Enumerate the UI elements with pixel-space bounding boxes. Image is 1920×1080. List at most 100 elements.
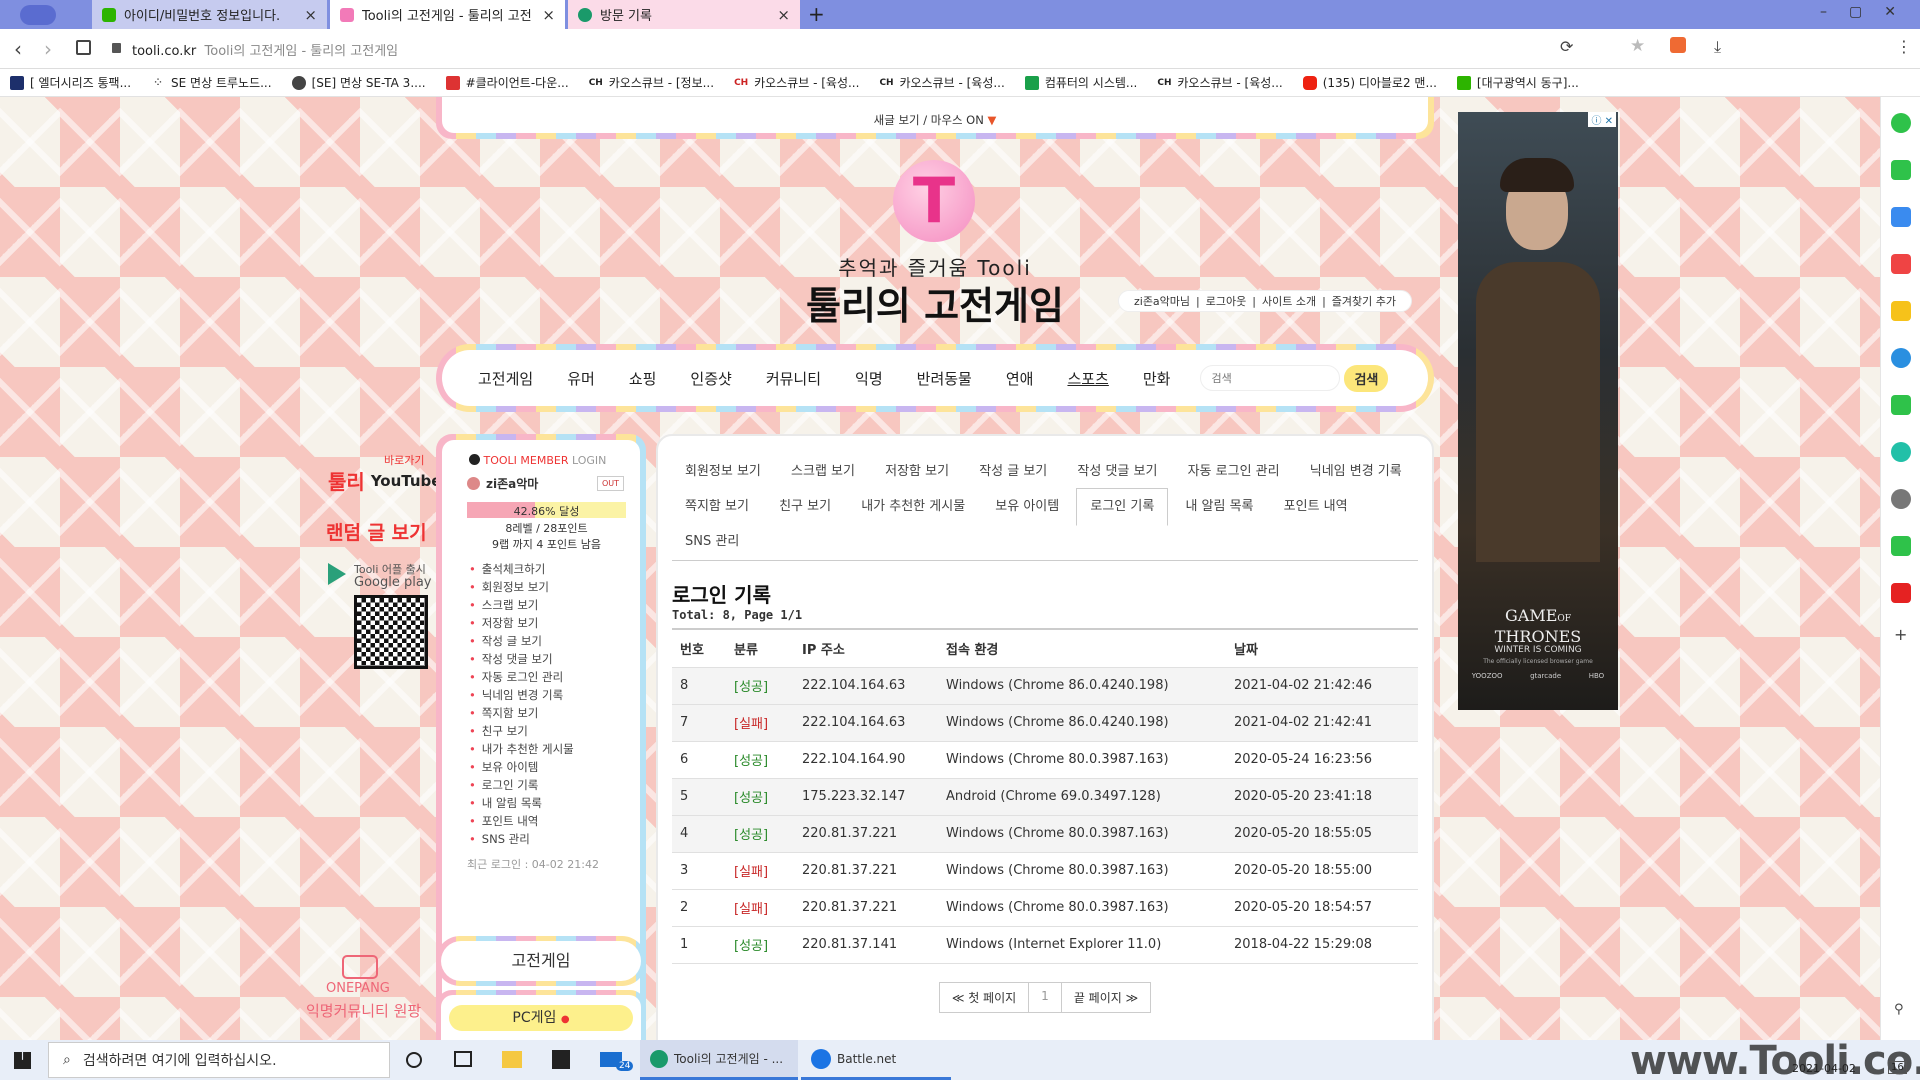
tab-item[interactable]: 내가 추천한 게시물 xyxy=(848,489,978,525)
bookmark-item[interactable]: [대구광역시 동구]... xyxy=(1456,74,1579,91)
window-controls[interactable]: –▢✕ xyxy=(1820,4,1918,20)
member-link[interactable]: 보유 아이템 xyxy=(469,758,626,776)
cortana-icon[interactable] xyxy=(406,1052,422,1068)
member-link[interactable]: 저장함 보기 xyxy=(469,614,626,632)
qr-code[interactable] xyxy=(354,595,428,669)
page-number[interactable]: 1 xyxy=(1029,981,1061,1013)
taskbar-search-box[interactable]: ⌕ 검색하려면 여기에 입력하십시오. xyxy=(48,1042,390,1078)
bookmark-item[interactable]: ⁘ SE 면상 트루노드... xyxy=(151,74,271,91)
sidebar-app-icon[interactable] xyxy=(1891,301,1911,321)
windows-start-icon[interactable] xyxy=(14,1052,31,1069)
tab-item[interactable]: 친구 보기 xyxy=(766,489,844,525)
bookmark-star-icon[interactable]: ★ xyxy=(1630,36,1645,56)
clock-date[interactable]: 2021-04-02 xyxy=(1792,1062,1856,1075)
tab-item[interactable]: 작성 글 보기 xyxy=(966,454,1060,490)
member-link[interactable]: 스크랩 보기 xyxy=(469,596,626,614)
notification-badge[interactable]: 16 xyxy=(1888,1061,1907,1074)
close-tab-icon[interactable]: × xyxy=(542,6,555,24)
logout-link[interactable]: 로그아웃 xyxy=(1206,293,1246,309)
tab-history[interactable]: 방문 기록 × xyxy=(568,0,800,29)
taskbar-app-tooli[interactable]: Tooli의 고전게임 - ... xyxy=(640,1040,798,1080)
sidebar-app-icon[interactable] xyxy=(1891,442,1911,462)
nav-item[interactable]: 스포츠 xyxy=(1067,368,1108,389)
sidebar-app-icon[interactable] xyxy=(1891,489,1911,509)
tab-item[interactable]: 포인트 내역 xyxy=(1271,489,1361,525)
nav-item[interactable]: 익명 xyxy=(855,368,883,389)
member-link[interactable]: 자동 로그인 관리 xyxy=(469,668,626,686)
search-input[interactable] xyxy=(1200,365,1341,391)
store-icon[interactable] xyxy=(552,1050,570,1069)
sidebar-app-icon[interactable] xyxy=(1891,113,1911,133)
tab-item[interactable]: 회원정보 보기 xyxy=(672,454,774,490)
onepang-logo[interactable]: ONEPANG xyxy=(326,981,390,996)
pin-icon[interactable]: ⚲ xyxy=(1894,1002,1904,1017)
nav-item[interactable]: 쇼핑 xyxy=(629,368,657,389)
last-page-button[interactable]: 끝 페이지 ≫ xyxy=(1060,981,1152,1013)
new-tab-button[interactable]: + xyxy=(808,2,825,26)
tab-item[interactable]: SNS 관리 xyxy=(672,524,752,560)
first-page-button[interactable]: ≪ 첫 페이지 xyxy=(938,981,1030,1013)
nav-item[interactable]: 커뮤니티 xyxy=(766,368,821,389)
user-name-link[interactable]: zi존a악마님 xyxy=(1134,293,1190,309)
forward-icon[interactable]: › xyxy=(44,37,52,61)
bookmark-item[interactable]: #클라이언트-다운... xyxy=(445,74,569,91)
tab-item[interactable]: 저장함 보기 xyxy=(872,454,962,490)
sidebar-app-icon[interactable] xyxy=(1891,536,1911,556)
tab-item[interactable]: 스크랩 보기 xyxy=(778,454,868,490)
url-field[interactable]: tooli.co.kr Tooli의 고전게임 - 툴리의 고전게임 xyxy=(132,40,398,59)
logout-button[interactable]: OUT xyxy=(596,476,624,491)
member-link[interactable]: 내 알림 목록 xyxy=(469,794,626,812)
nav-item[interactable]: 인증샷 xyxy=(690,368,731,389)
section-pc[interactable]: PC게임 ● xyxy=(449,1005,633,1031)
member-link[interactable]: 쪽지함 보기 xyxy=(469,704,626,722)
sidebar-app-icon[interactable] xyxy=(1891,348,1911,368)
member-link[interactable]: SNS 관리 xyxy=(469,830,626,848)
tab-item-active[interactable]: 로그인 기록 xyxy=(1076,488,1169,526)
tab-tooli[interactable]: Tooli의 고전게임 - 툴리의 고전 × xyxy=(330,0,565,29)
nav-item[interactable]: 고전게임 xyxy=(478,368,533,389)
favorite-link[interactable]: 즐겨찾기 추가 xyxy=(1332,293,1396,309)
bookmark-item[interactable]: CH 카오스큐브 - [육성... xyxy=(879,74,1004,91)
sidebar-app-icon[interactable] xyxy=(1891,160,1911,180)
member-link[interactable]: 내가 추천한 게시물 xyxy=(469,740,626,758)
member-link[interactable]: 작성 글 보기 xyxy=(469,632,626,650)
member-link[interactable]: 로그인 기록 xyxy=(469,776,626,794)
tab-item[interactable]: 작성 댓글 보기 xyxy=(1064,454,1170,490)
member-link[interactable]: 작성 댓글 보기 xyxy=(469,650,626,668)
bookmark-item[interactable]: [ 엘더시리즈 통팩... xyxy=(10,74,131,91)
add-panel-icon[interactable]: + xyxy=(1894,625,1907,644)
nav-item[interactable]: 반려동물 xyxy=(917,368,972,389)
bookmark-item[interactable]: CH 카오스큐브 - [육성... xyxy=(734,74,859,91)
menu-icon[interactable]: ⋮ xyxy=(1896,37,1912,56)
view-toggle[interactable]: 새글 보기 / 마우스 ON xyxy=(874,113,984,127)
bookmark-item[interactable]: CH 카오스큐브 - [육성... xyxy=(1157,74,1282,91)
tab-item[interactable]: 쪽지함 보기 xyxy=(672,489,762,525)
sidebar-app-icon[interactable] xyxy=(1891,207,1911,227)
random-post-link[interactable]: 랜덤 글 보기 xyxy=(326,518,427,545)
tab-account-info[interactable]: 아이디/비밀번호 정보입니다. × xyxy=(92,0,327,29)
tab-item[interactable]: 보유 아이템 xyxy=(982,489,1072,525)
member-nickname[interactable]: zi존a악마 xyxy=(486,475,538,492)
tab-item[interactable]: 자동 로그인 관리 xyxy=(1175,454,1293,490)
member-link[interactable]: 닉네임 변경 기록 xyxy=(469,686,626,704)
ad-close-icon[interactable]: ⓘ ✕ xyxy=(1588,112,1616,127)
bookmark-item[interactable]: [SE] 면상 SE-TA 3.... xyxy=(291,74,426,91)
section-classic[interactable]: 고전게임 xyxy=(441,941,641,981)
nav-item[interactable]: 연애 xyxy=(1006,368,1034,389)
nav-item[interactable]: 유머 xyxy=(567,368,595,389)
refresh-icon[interactable]: ⟳ xyxy=(1560,37,1573,56)
bookmark-item[interactable]: CH 카오스큐브 - [정보... xyxy=(589,74,714,91)
about-link[interactable]: 사이트 소개 xyxy=(1262,293,1316,309)
sidebar-app-icon[interactable] xyxy=(1891,583,1911,603)
bookmark-item[interactable]: 컴퓨터의 시스템... xyxy=(1024,74,1137,91)
member-link[interactable]: 출석체크하기 xyxy=(469,560,626,578)
file-explorer-icon[interactable] xyxy=(502,1051,522,1068)
search-button[interactable]: 검색 xyxy=(1344,364,1389,392)
sidebar-app-icon[interactable] xyxy=(1891,395,1911,415)
download-icon[interactable]: ⤓ xyxy=(1714,37,1721,57)
tab-item[interactable]: 닉네임 변경 기록 xyxy=(1297,454,1415,490)
tab-item[interactable]: 내 알림 목록 xyxy=(1172,489,1266,525)
member-link[interactable]: 포인트 내역 xyxy=(469,812,626,830)
site-title[interactable]: 툴리의 고전게임 xyxy=(760,275,1110,330)
sidebar-app-icon[interactable] xyxy=(1891,254,1911,274)
